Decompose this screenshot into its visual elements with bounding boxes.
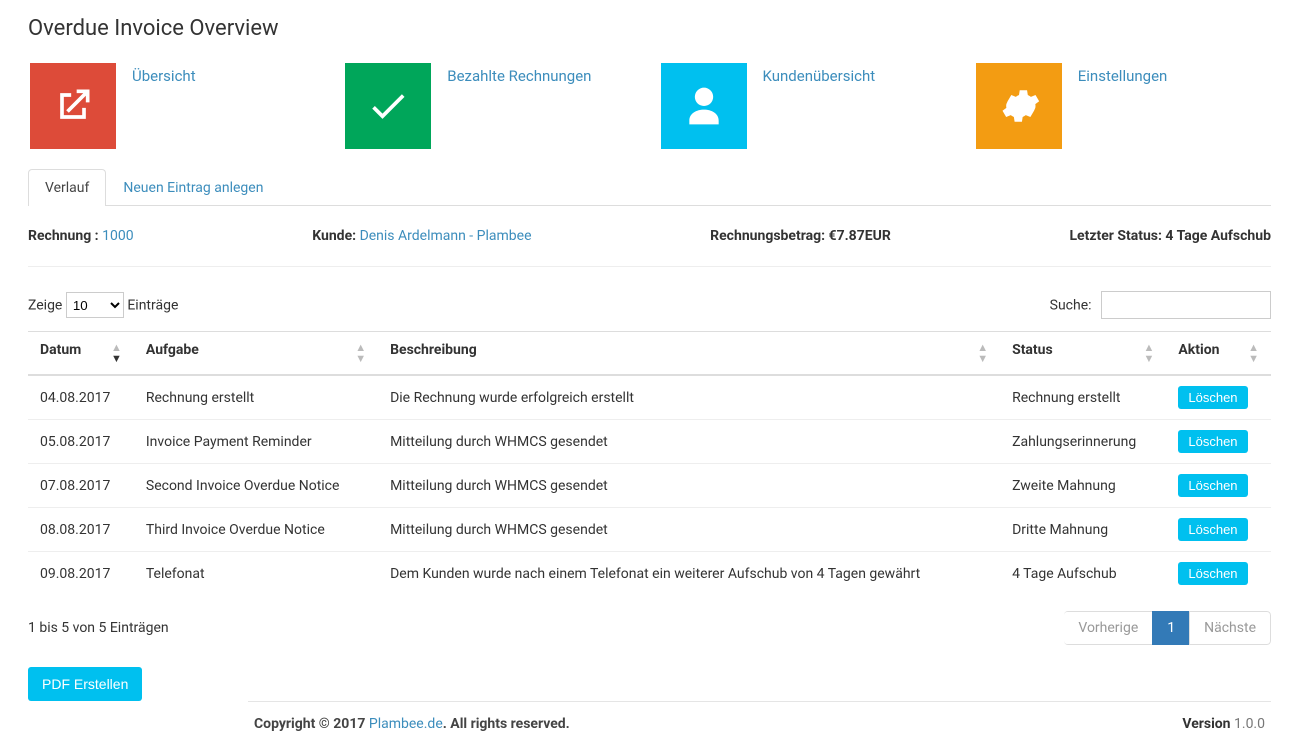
cell-date: 09.08.2017 [28,552,134,596]
version-label: Version [1182,716,1230,732]
cell-status: 4 Tage Aufschub [1000,552,1166,596]
copyright-suffix: . All rights reserved. [443,716,570,732]
page-title: Overdue Invoice Overview [28,16,1271,41]
length-suffix: Einträge [127,298,178,314]
search-label: Suche: [1050,298,1092,314]
gears-icon [976,63,1062,149]
tabs: Verlauf Neuen Eintrag anlegen [28,169,1271,206]
user-icon [661,63,747,149]
table-row: 04.08.2017Rechnung erstelltDie Rechnung … [28,375,1271,420]
sort-icon [1248,342,1259,364]
tile-label: Einstellungen [1078,63,1168,87]
sort-icon [111,342,122,364]
cell-desc: Mitteilung durch WHMCS gesendet [378,508,1000,552]
footer-brand-link[interactable]: Plambee.de [369,716,443,732]
col-aktion[interactable]: Aktion [1166,332,1271,376]
status-value: 4 Tage Aufschub [1165,228,1271,244]
length-prefix: Zeige [28,298,62,314]
sort-icon [355,342,366,364]
version-value: 1.0.0 [1231,716,1265,732]
delete-button[interactable]: Löschen [1178,430,1247,453]
summary-row: Rechnung : 1000 Kunde: Denis Ardelmann -… [28,206,1271,267]
cell-desc: Die Rechnung wurde erfolgreich erstellt [378,375,1000,420]
cell-status: Dritte Mahnung [1000,508,1166,552]
cell-action: Löschen [1166,464,1271,508]
delete-button[interactable]: Löschen [1178,562,1247,585]
col-datum[interactable]: Datum [28,332,134,376]
status-label: Letzter Status: [1069,228,1161,244]
tile-external-link[interactable]: Übersicht [28,59,325,153]
pagination: Vorherige 1 Nächste [1064,611,1271,645]
amount-value: €7.87EUR [829,228,891,244]
cell-task: Third Invoice Overdue Notice [134,508,378,552]
delete-button[interactable]: Löschen [1178,518,1247,541]
length-select[interactable]: 10 [66,292,124,318]
tile-label: Kundenübersicht [763,63,876,87]
tile-gears[interactable]: Einstellungen [974,59,1271,153]
copyright-prefix: Copyright © 2017 [254,716,369,732]
cell-date: 04.08.2017 [28,375,134,420]
invoice-label: Rechnung : [28,228,99,244]
tile-label: Bezahlte Rechnungen [447,63,591,87]
tab-neuen-eintrag[interactable]: Neuen Eintrag anlegen [106,169,280,206]
tile-label: Übersicht [132,63,196,87]
tile-check[interactable]: Bezahlte Rechnungen [343,59,640,153]
page-next[interactable]: Nächste [1189,611,1271,645]
sort-icon [1144,342,1155,364]
search-control: Suche: [1050,291,1271,319]
search-input[interactable] [1101,291,1271,319]
sort-icon [977,342,988,364]
tab-verlauf[interactable]: Verlauf [28,169,106,206]
history-table: Datum Aufgabe Beschreibung Status Aktion… [28,331,1271,595]
cell-action: Löschen [1166,420,1271,464]
cell-date: 07.08.2017 [28,464,134,508]
cell-desc: Dem Kunden wurde nach einem Telefonat ei… [378,552,1000,596]
table-info: 1 bis 5 von 5 Einträgen [28,620,169,636]
pdf-button[interactable]: PDF Erstellen [28,667,142,701]
external-link-icon [30,63,116,149]
col-status[interactable]: Status [1000,332,1166,376]
check-icon [345,63,431,149]
cell-task: Invoice Payment Reminder [134,420,378,464]
tile-user[interactable]: Kundenübersicht [659,59,956,153]
cell-status: Zahlungserinnerung [1000,420,1166,464]
table-row: 09.08.2017TelefonatDem Kunden wurde nach… [28,552,1271,596]
cell-desc: Mitteilung durch WHMCS gesendet [378,420,1000,464]
col-beschreibung[interactable]: Beschreibung [378,332,1000,376]
delete-button[interactable]: Löschen [1178,474,1247,497]
footer: Copyright © 2017 Plambee.de. All rights … [248,701,1271,746]
table-row: 05.08.2017Invoice Payment ReminderMittei… [28,420,1271,464]
cell-status: Zweite Mahnung [1000,464,1166,508]
page-prev[interactable]: Vorherige [1064,611,1153,645]
customer-label: Kunde: [312,228,356,244]
cell-task: Second Invoice Overdue Notice [134,464,378,508]
invoice-link[interactable]: 1000 [102,228,133,244]
cell-date: 05.08.2017 [28,420,134,464]
amount-label: Rechnungsbetrag: [710,228,825,244]
cell-task: Rechnung erstellt [134,375,378,420]
customer-link[interactable]: Denis Ardelmann - Plambee [360,228,532,244]
col-aufgabe[interactable]: Aufgabe [134,332,378,376]
cell-desc: Mitteilung durch WHMCS gesendet [378,464,1000,508]
table-row: 07.08.2017Second Invoice Overdue NoticeM… [28,464,1271,508]
cell-status: Rechnung erstellt [1000,375,1166,420]
cell-action: Löschen [1166,552,1271,596]
length-control: Zeige 10 Einträge [28,292,178,318]
cell-task: Telefonat [134,552,378,596]
cell-action: Löschen [1166,375,1271,420]
delete-button[interactable]: Löschen [1178,386,1247,409]
page-1[interactable]: 1 [1152,611,1190,645]
table-row: 08.08.2017Third Invoice Overdue NoticeMi… [28,508,1271,552]
cell-date: 08.08.2017 [28,508,134,552]
cell-action: Löschen [1166,508,1271,552]
